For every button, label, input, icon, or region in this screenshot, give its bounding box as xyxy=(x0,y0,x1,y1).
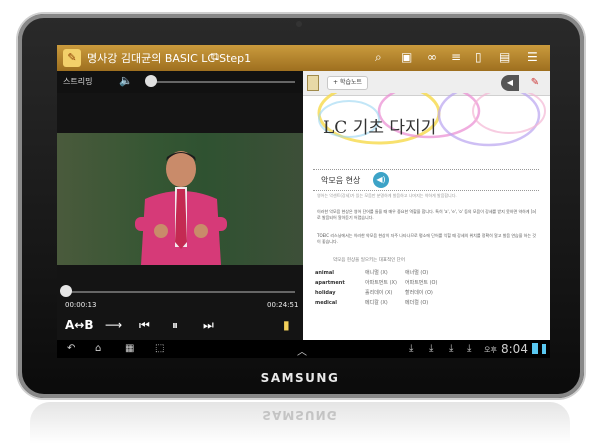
lecturer-image xyxy=(135,151,227,265)
clock: 8:04 xyxy=(501,342,528,356)
pen-icon[interactable]: ✎ xyxy=(525,75,545,91)
rewind-icon[interactable]: ⏮ xyxy=(139,318,150,333)
volume-icon[interactable]: 🔈 xyxy=(119,74,133,87)
video-frame[interactable] xyxy=(57,133,303,265)
external-link-icon[interactable]: ⧉ xyxy=(211,50,219,64)
front-camera xyxy=(296,21,302,27)
seek-bar[interactable] xyxy=(65,291,295,293)
fast-forward-icon[interactable]: ⏭ xyxy=(203,318,214,333)
reflection-brand: SAMSUNG xyxy=(262,408,338,422)
vocab-row: animal 애니멀 (X) 애너멀 (O) xyxy=(315,270,429,276)
home-icon[interactable]: ⌂ xyxy=(95,343,101,354)
video-pane: 스트리밍 🔈 00:00:13 00:24:51 A↔B ⟶ ⏮ ⏸ ⏭ ▮ xyxy=(57,71,303,340)
bookmark-note-icon[interactable]: ▮ xyxy=(283,318,290,332)
volume-knob[interactable] xyxy=(145,75,157,87)
recent-apps-icon[interactable]: ▦ xyxy=(125,343,134,354)
screenshot-icon[interactable]: ⬚ xyxy=(155,343,164,354)
total-time: 00:24:51 xyxy=(267,301,299,309)
reflection: SAMSUNG xyxy=(30,402,570,444)
pause-icon[interactable]: ⏸ xyxy=(172,318,178,333)
note-icon[interactable] xyxy=(307,75,319,91)
text-edit-icon[interactable]: ≡ xyxy=(451,50,461,64)
id-card-icon[interactable]: ▣ xyxy=(401,50,412,64)
intro-text: 영어는 악센트(강세)가 있는 모음만 분명하게 발음하고 나머지는 약하게 발… xyxy=(317,193,457,198)
back-icon[interactable]: ↶ xyxy=(67,343,75,354)
app-icon[interactable]: ✎ xyxy=(63,49,81,67)
vocab-row: medical 메디칼 (X) 메더컬 (O) xyxy=(315,300,429,306)
streaming-label: 스트리밍 xyxy=(63,77,93,86)
paragraph-1: 이러한 악모음 현상은 영어 단어를 들을 때 매우 중요한 역할을 합니다. … xyxy=(317,209,537,220)
document-heading: LC 기초 다지기 xyxy=(323,118,437,138)
player-top-bar: 스트리밍 🔈 xyxy=(57,71,303,93)
device-brand: SAMSUNG xyxy=(260,371,340,385)
section-label: 악모음 현상 xyxy=(321,176,361,185)
bookmark-icon[interactable]: ▯ xyxy=(475,50,482,64)
seek-knob[interactable] xyxy=(60,285,72,297)
document-pane: + 학습노트 ◀ ✎ LC 기초 다지기 악모음 현상 ◀) 영어는 악센트(강… xyxy=(303,71,550,340)
section-header: 악모음 현상 ◀) xyxy=(313,169,539,191)
app-title: 명사강 김대균의 BASIC LC-Step1 xyxy=(87,52,252,65)
download-icon: ⤓ xyxy=(409,343,414,354)
vocab-row: apartment 아파트먼트 (X) 어파트먼트 (O) xyxy=(315,280,438,286)
settings-list-icon[interactable]: ☰ xyxy=(527,50,538,64)
current-time: 00:00:13 xyxy=(65,301,97,309)
system-bar: ↶ ⌂ ▦ ⬚ ︿ ⤓ ⤓ ⤓ ⤓ 오후 8:04 xyxy=(57,340,550,358)
am-pm-label: 오후 xyxy=(484,346,497,354)
volume-slider[interactable] xyxy=(149,81,295,83)
audio-play-icon[interactable]: ◀) xyxy=(373,172,389,188)
paragraph-2: TOEIC 리스닝에서는 이러한 약모음 현상이 자주 나타나므로 평소에 단어… xyxy=(317,233,536,244)
notes-icon[interactable]: ▤ xyxy=(499,50,510,64)
jump-forward-icon[interactable]: ⟶ xyxy=(105,318,122,332)
title-bar: ✎ 명사강 김대균의 BASIC LC-Step1 ⧉ ⌕ ▣ ∞ ≡ ▯ ▤ … xyxy=(57,45,550,71)
download-icon: ⤓ xyxy=(429,343,434,354)
vocab-row: holiday 홀리데이 (X) 할러데이 (O) xyxy=(315,290,433,296)
battery-icon xyxy=(532,343,538,354)
screen: ✎ 명사강 김대균의 BASIC LC-Step1 ⧉ ⌕ ▣ ∞ ≡ ▯ ▤ … xyxy=(57,45,550,358)
study-note-button[interactable]: + 학습노트 xyxy=(327,76,369,90)
signal-icon xyxy=(542,344,546,354)
download-icon: ⤓ xyxy=(449,343,454,354)
search-icon[interactable]: ⌕ xyxy=(375,50,382,65)
link-icon[interactable]: ∞ xyxy=(427,50,437,64)
ab-repeat-button[interactable]: A↔B xyxy=(65,318,94,332)
download-icon: ⤓ xyxy=(467,343,472,354)
prev-page-icon[interactable]: ◀ xyxy=(501,75,519,91)
vocab-title: 악모음 현상을 일으키는 대표적인 단어 xyxy=(333,258,405,263)
expand-icon[interactable]: ︿ xyxy=(297,343,307,358)
